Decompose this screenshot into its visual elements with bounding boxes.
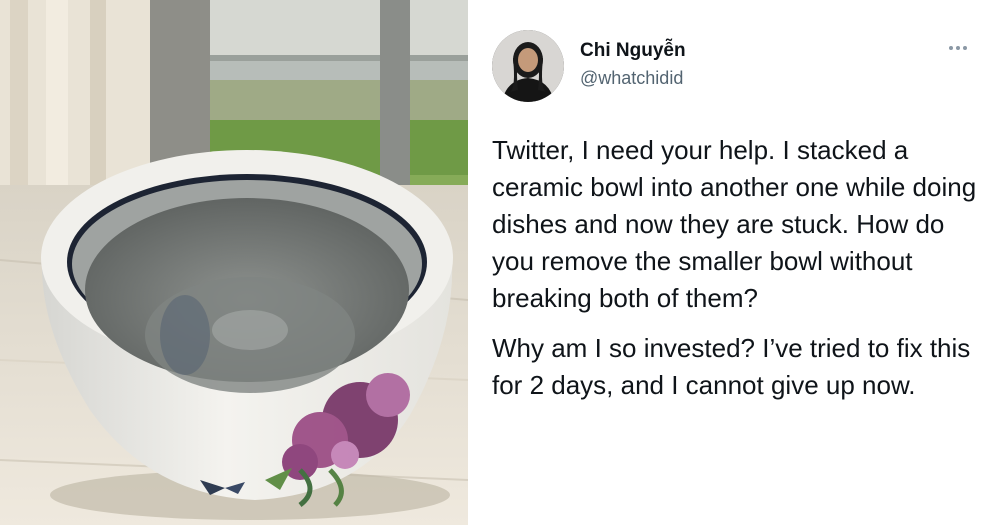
author-name[interactable]: Chi Nguyễn [580,40,686,62]
ellipsis-icon[interactable] [944,38,972,58]
tweet-card: Chi Nguyễn @whatchidid Twitter, I need y… [468,0,1000,525]
avatar[interactable] [492,30,564,102]
bowl-photo [0,0,468,525]
tweet-paragraph: Twitter, I need your help. I stacked a c… [492,135,977,313]
meme-image: Chi Nguyễn @whatchidid Twitter, I need y… [0,0,1000,525]
tweet-text: Twitter, I need your help. I stacked a c… [492,132,982,417]
author-handle[interactable]: @whatchidid [580,68,683,89]
tweet-paragraph: Why am I so invested? I’ve tried to fix … [492,333,971,400]
